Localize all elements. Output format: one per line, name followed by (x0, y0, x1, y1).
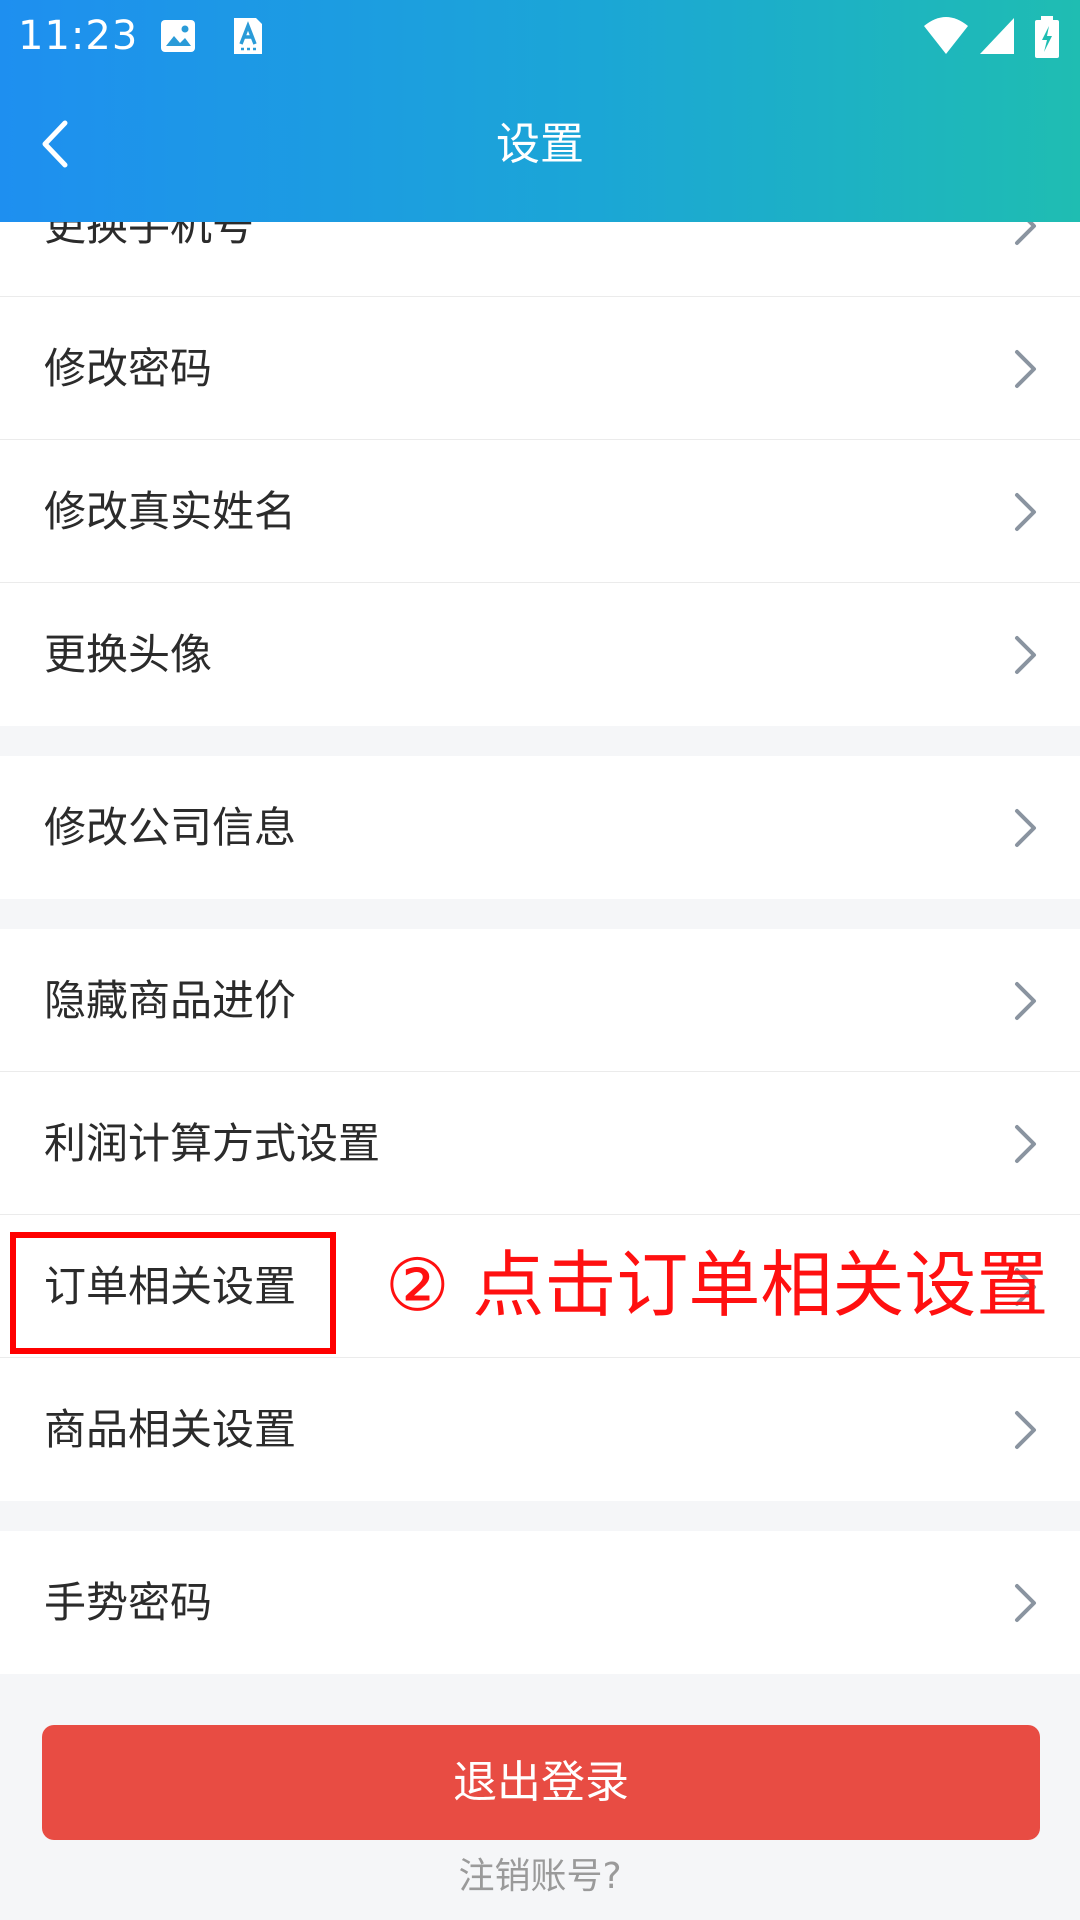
settings-item-change-password[interactable]: 修改密码 (0, 297, 1080, 440)
chevron-right-icon (1015, 1411, 1036, 1449)
group-divider (0, 899, 1080, 929)
settings-item-label: 修改真实姓名 (44, 487, 297, 536)
group-divider (0, 1501, 1080, 1531)
status-bar: 11:23 (0, 0, 1080, 72)
settings-item-label: 订单相关设置 (44, 1262, 297, 1311)
settings-item-label: 手势密码 (44, 1578, 213, 1627)
settings-item-change-real-name[interactable]: 修改真实姓名 (0, 440, 1080, 583)
settings-item-label: 修改公司信息 (44, 803, 297, 852)
chevron-right-icon (1015, 222, 1036, 245)
settings-item-label: 修改密码 (44, 344, 213, 393)
battery-charging-icon (1032, 16, 1062, 58)
chevron-right-icon (1015, 982, 1036, 1020)
image-icon (158, 16, 198, 56)
settings-item-label: 利润计算方式设置 (44, 1119, 381, 1168)
settings-item-label: 更换头像 (44, 630, 213, 679)
settings-page: 11:23 设置 更换手机号 修改密码 修改真实姓名 更换头像 修改公司信息 隐… (0, 0, 1080, 1920)
settings-item-profit-calculation[interactable]: 利润计算方式设置 (0, 1072, 1080, 1215)
signal-icon (978, 16, 1018, 56)
wifi-icon (922, 16, 970, 56)
settings-item-product-settings[interactable]: 商品相关设置 (0, 1358, 1080, 1501)
chevron-right-icon (1015, 636, 1036, 674)
chevron-right-icon (1015, 1584, 1036, 1622)
chevron-right-icon (1015, 493, 1036, 531)
settings-item-label: 隐藏商品进价 (44, 976, 297, 1025)
settings-item-label: 商品相关设置 (44, 1405, 297, 1454)
settings-item-company-info[interactable]: 修改公司信息 (0, 756, 1080, 899)
settings-item-label: 更换手机号 (44, 222, 255, 250)
settings-item-hide-purchase-price[interactable]: 隐藏商品进价 (0, 929, 1080, 1072)
settings-list: 更换手机号 修改密码 修改真实姓名 更换头像 修改公司信息 隐藏商品进价 利润计… (0, 222, 1080, 1674)
status-time: 11:23 (18, 13, 139, 59)
settings-item-change-phone[interactable]: 更换手机号 (0, 222, 1080, 297)
logout-button[interactable]: 退出登录 (42, 1725, 1040, 1840)
chevron-right-icon (1015, 1268, 1036, 1306)
chevron-right-icon (1015, 350, 1036, 388)
chevron-right-icon (1015, 1125, 1036, 1163)
settings-item-order-settings[interactable]: 订单相关设置 (0, 1215, 1080, 1358)
group-divider (0, 726, 1080, 756)
header: 11:23 设置 (0, 0, 1080, 222)
font-icon (228, 16, 268, 56)
chevron-right-icon (1015, 809, 1036, 847)
settings-item-change-avatar[interactable]: 更换头像 (0, 583, 1080, 726)
page-title: 设置 (496, 119, 584, 170)
settings-item-gesture-password[interactable]: 手势密码 (0, 1531, 1080, 1674)
app-bar: 设置 (0, 72, 1080, 222)
cancel-account-link[interactable]: 注销账号? (0, 1852, 1080, 1902)
